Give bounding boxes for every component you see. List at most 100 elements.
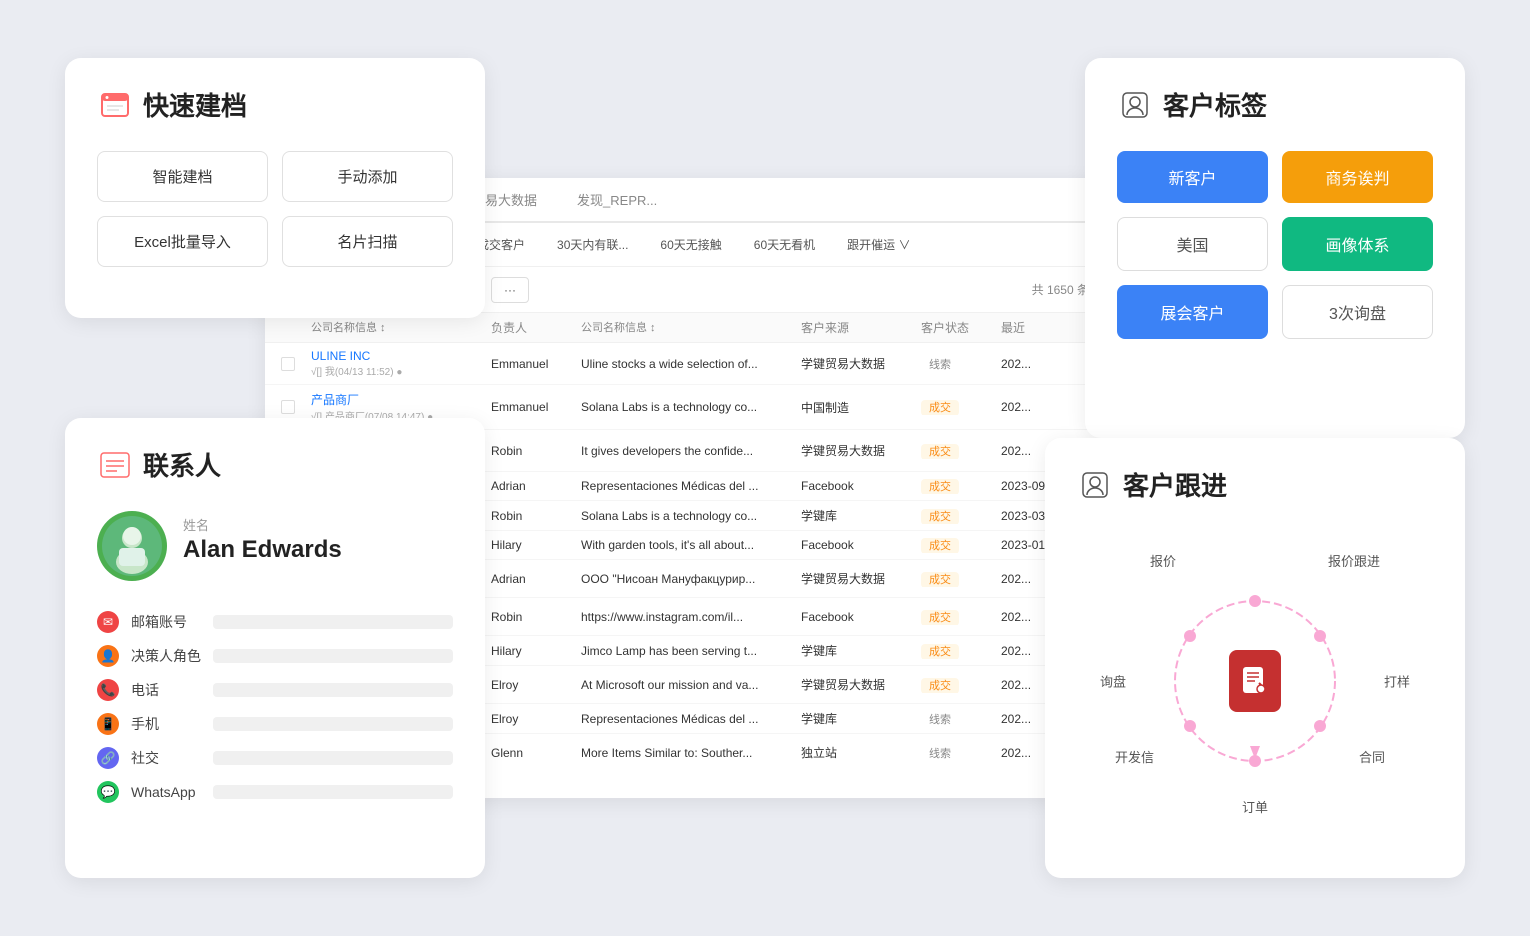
role-value-bar bbox=[213, 649, 453, 663]
phone-icon: 📞 bbox=[97, 679, 119, 701]
email-icon: ✉ bbox=[97, 611, 119, 633]
row-checkbox[interactable] bbox=[281, 357, 295, 371]
row-owner: Adrian bbox=[491, 572, 581, 586]
toolbar-count: 共 1650 条 bbox=[1032, 281, 1089, 298]
quick-archive-card: 快速建档 智能建档 手动添加 Excel批量导入 名片扫描 bbox=[65, 58, 485, 318]
row-source: 中国制造 bbox=[801, 399, 921, 416]
followup-header: 客户跟进 bbox=[1077, 466, 1433, 503]
row-info: Uline stocks a wide selection of... bbox=[581, 357, 801, 371]
row-info: Jimco Lamp has been serving t... bbox=[581, 644, 801, 658]
customer-tags-card: 客户标签 新客户 商务诶判 美国 画像体系 展会客户 3次询盘 bbox=[1085, 58, 1465, 438]
contacts-header: 联系人 bbox=[97, 446, 453, 483]
contact-field-phone: 📞 电话 bbox=[97, 679, 453, 701]
toolbar-more-btn[interactable]: ··· bbox=[491, 277, 529, 303]
row-status: 成交 bbox=[921, 677, 1001, 693]
tag-portrait[interactable]: 画像体系 bbox=[1282, 217, 1433, 271]
row-owner: Robin bbox=[491, 509, 581, 523]
col-company-info: 公司名称信息 ↕ bbox=[581, 319, 801, 336]
row-source: 学键贸易大数据 bbox=[801, 570, 921, 587]
contacts-card: 联系人 姓名 Alan Edwards bbox=[65, 418, 485, 878]
row-owner: Elroy bbox=[491, 678, 581, 692]
row-info: It gives developers the confide... bbox=[581, 444, 801, 458]
contact-field-mobile: 📱 手机 bbox=[97, 713, 453, 735]
email-label: 邮箱账号 bbox=[131, 612, 201, 632]
label-quote-followup: 报价跟进 bbox=[1328, 551, 1380, 570]
row-owner: Hilary bbox=[491, 538, 581, 552]
quick-archive-header: 快速建档 bbox=[97, 86, 453, 123]
cards-container: 快速建档 智能建档 手动添加 Excel批量导入 名片扫描 客户标签 bbox=[65, 38, 1465, 898]
whatsapp-value-bar bbox=[213, 785, 453, 799]
smart-archive-button[interactable]: 智能建档 bbox=[97, 151, 268, 202]
col-company: 公司名称信息 ↕ bbox=[311, 319, 491, 336]
contact-fields: ✉ 邮箱账号 👤 决策人角色 📞 电话 📱 bbox=[97, 611, 453, 803]
tag-business-visit[interactable]: 商务诶判 bbox=[1282, 151, 1433, 203]
row-status: 成交 bbox=[921, 537, 1001, 553]
excel-import-button[interactable]: Excel批量导入 bbox=[97, 216, 268, 267]
tag-new-customer[interactable]: 新客户 bbox=[1117, 151, 1268, 203]
subtab-30days[interactable]: 30天内有联... bbox=[545, 231, 640, 258]
contacts-icon bbox=[97, 447, 133, 483]
customer-tags-header: 客户标签 bbox=[1117, 86, 1433, 123]
contact-avatar bbox=[97, 511, 167, 581]
mobile-icon: 📱 bbox=[97, 713, 119, 735]
col-owner: 负责人 bbox=[491, 319, 581, 336]
row-last: 202... bbox=[1001, 400, 1081, 414]
mobile-value-bar bbox=[213, 717, 453, 731]
email-value-bar bbox=[213, 615, 453, 629]
col-source: 客户来源 bbox=[801, 319, 921, 336]
row-status: 线索 bbox=[921, 745, 1001, 761]
subtab-follow-up[interactable]: 跟开催运 ∨ bbox=[835, 231, 922, 258]
row-owner: Elroy bbox=[491, 712, 581, 726]
card-scan-button[interactable]: 名片扫描 bbox=[282, 216, 453, 267]
label-dev-letter: 开发信 bbox=[1115, 747, 1154, 766]
row-info: More Items Similar to: Souther... bbox=[581, 746, 801, 760]
row-info: Solana Labs is a technology co... bbox=[581, 400, 801, 414]
phone-value-bar bbox=[213, 683, 453, 697]
social-icon: 🔗 bbox=[97, 747, 119, 769]
tag-inquiry-count[interactable]: 3次询盘 bbox=[1282, 285, 1433, 339]
whatsapp-label: WhatsApp bbox=[131, 784, 201, 800]
mobile-label: 手机 bbox=[131, 714, 201, 734]
page-background: 快速建档 智能建档 手动添加 Excel批量导入 名片扫描 客户标签 bbox=[0, 0, 1530, 936]
row-source: 学键库 bbox=[801, 710, 921, 727]
crm-center-icon bbox=[1229, 650, 1281, 712]
tag-exhibition[interactable]: 展会客户 bbox=[1117, 285, 1268, 339]
col-check bbox=[281, 319, 311, 336]
quick-archive-icon bbox=[97, 87, 133, 123]
row-status: 线索 bbox=[921, 711, 1001, 727]
quick-archive-title: 快速建档 bbox=[143, 86, 247, 123]
row-source: 学键库 bbox=[801, 507, 921, 524]
row-status: 成交 bbox=[921, 609, 1001, 625]
label-contract: 合同 bbox=[1359, 747, 1385, 766]
row-owner: Adrian bbox=[491, 479, 581, 493]
row-source: Facebook bbox=[801, 538, 921, 552]
row-source: 学键库 bbox=[801, 642, 921, 659]
table-row: ULINE INC √[] 我(04/13 11:52) ● Emmanuel … bbox=[265, 343, 1105, 385]
row-info: https://www.instagram.com/il... bbox=[581, 610, 801, 624]
row-status: 成交 bbox=[921, 478, 1001, 494]
contact-field-role: 👤 决策人角色 bbox=[97, 645, 453, 667]
followup-circle-container: 报价 报价跟进 询盘 打样 开发信 订单 合同 bbox=[1077, 531, 1433, 831]
tags-grid: 新客户 商务诶判 美国 画像体系 展会客户 3次询盘 bbox=[1117, 151, 1433, 339]
customer-tags-icon bbox=[1117, 87, 1153, 123]
customer-followup-card: 客户跟进 bbox=[1045, 438, 1465, 878]
subtab-60days-no-machine[interactable]: 60天无看机 bbox=[742, 231, 827, 258]
row-status: 成交 bbox=[921, 443, 1001, 459]
row-checkbox[interactable] bbox=[281, 400, 295, 414]
tab-send-repr[interactable]: 发现_REPR... bbox=[557, 178, 677, 223]
col-last: 最近 bbox=[1001, 319, 1081, 336]
social-value-bar bbox=[213, 751, 453, 765]
subtab-60days-no-contact[interactable]: 60天无接触 bbox=[648, 231, 733, 258]
row-status: 成交 bbox=[921, 643, 1001, 659]
role-label: 决策人角色 bbox=[131, 646, 201, 666]
tag-usa[interactable]: 美国 bbox=[1117, 217, 1268, 271]
label-quote: 报价 bbox=[1150, 551, 1176, 570]
contact-name-label: 姓名 bbox=[183, 515, 342, 534]
row-owner: Emmanuel bbox=[491, 357, 581, 371]
label-sample: 打样 bbox=[1384, 672, 1410, 691]
circle-diagram: 报价 报价跟进 询盘 打样 开发信 订单 合同 bbox=[1115, 541, 1395, 821]
row-last: 202... bbox=[1001, 357, 1081, 371]
contacts-title: 联系人 bbox=[143, 446, 221, 483]
manual-add-button[interactable]: 手动添加 bbox=[282, 151, 453, 202]
row-owner: Robin bbox=[491, 444, 581, 458]
